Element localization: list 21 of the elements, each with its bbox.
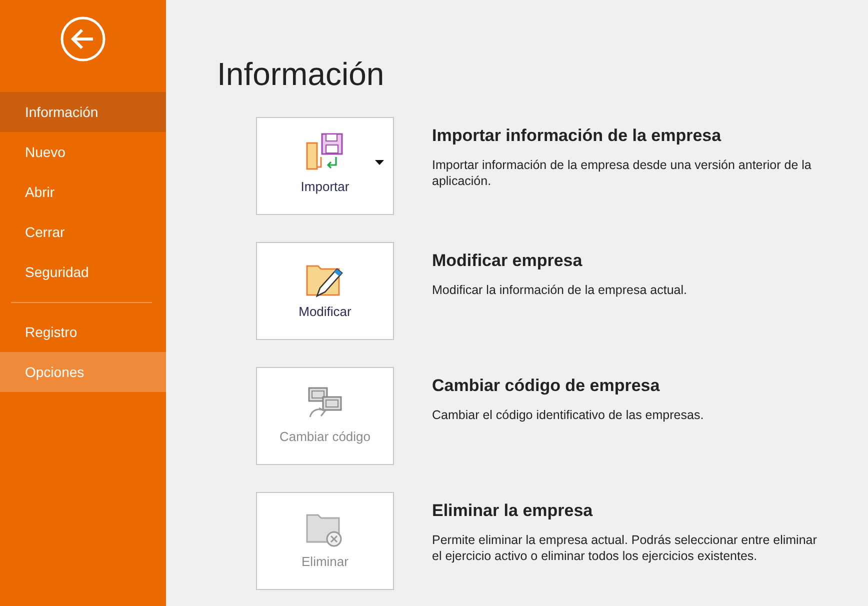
action-title: Importar información de la empresa	[432, 125, 722, 147]
sidebar-item[interactable]: Opciones	[0, 352, 166, 392]
sidebar-item[interactable]: Información	[0, 92, 166, 132]
action-description: Cambiar el código identificativo de las empresas.	[432, 406, 705, 423]
sidebar-item[interactable]: Abrir	[0, 172, 166, 212]
sidebar-item[interactable]: Cerrar	[0, 212, 166, 252]
action-description: Importar información de la empresa desde una versión anterior de la aplicación.	[432, 156, 812, 189]
action-button[interactable]: Importar	[256, 117, 394, 215]
back-button[interactable]	[60, 16, 106, 62]
action-title: Cambiar código de empresa	[432, 375, 661, 397]
action-title: Eliminar la empresa	[432, 500, 594, 522]
action-description: Permite eliminar la empresa actual. Podrás seleccionar entre eliminar el ejercicio activo o eliminar todos los ejercicios existentes.	[432, 532, 818, 564]
sidebar-item[interactable]: Nuevo	[0, 132, 166, 172]
action-description: Modificar la información de la empresa actual.	[432, 282, 688, 298]
page-title: Información	[217, 55, 386, 93]
action-button[interactable]: Modificar	[256, 242, 394, 340]
dropdown-caret-icon[interactable]	[375, 160, 384, 165]
import-icon	[305, 132, 345, 172]
sidebar-item[interactable]: Seguridad	[0, 252, 166, 292]
action-title: Modificar empresa	[432, 250, 584, 272]
sidebar-item[interactable]: Registro	[0, 312, 166, 352]
